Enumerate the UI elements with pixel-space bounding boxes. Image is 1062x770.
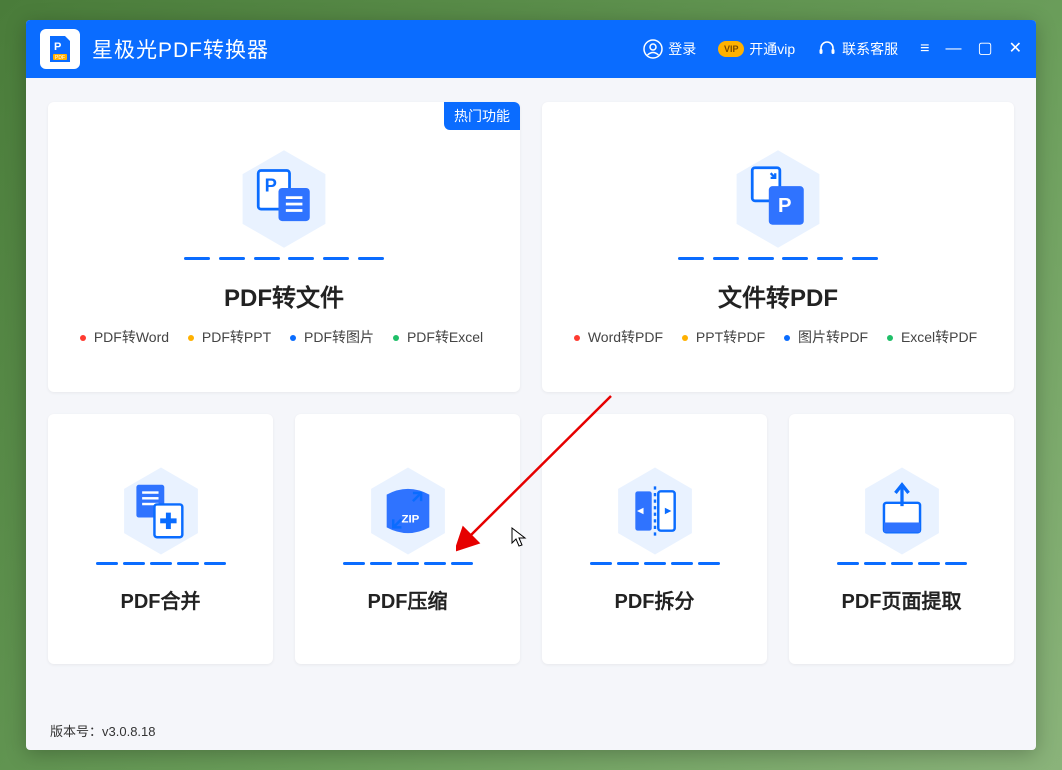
svg-text:P: P: [778, 195, 792, 217]
content-area: 热门功能 P PDF转文件 PDF转Word P: [26, 78, 1036, 710]
pdf-to-file-icon: P: [238, 147, 330, 251]
minimize-button[interactable]: —: [945, 41, 961, 57]
card-title: PDF拆分: [615, 585, 695, 614]
app-title: 星极光PDF转换器: [92, 34, 269, 64]
svg-text:P: P: [265, 175, 277, 196]
card-title: PDF转文件: [224, 278, 344, 313]
card-pdf-compress[interactable]: ZIP PDF压缩: [295, 414, 520, 664]
version-label: 版本号：v3.0.8.18: [50, 721, 156, 740]
window-controls: ≡ — ▢ ✕: [920, 41, 1022, 57]
contact-button[interactable]: 联系客服: [817, 39, 898, 59]
vip-icon: VIP: [718, 41, 744, 57]
headset-icon: [817, 39, 837, 59]
card-pdf-to-file[interactable]: 热门功能 P PDF转文件 PDF转Word P: [48, 102, 520, 392]
card-pdf-split[interactable]: PDF拆分: [542, 414, 767, 664]
menu-button[interactable]: ≡: [920, 41, 929, 57]
compress-icon: ZIP: [367, 464, 449, 558]
card-title: PDF合并: [121, 585, 201, 614]
app-window: P PDF 星极光PDF转换器 登录 VIP 开通vip 联系客服 ≡ — ▢ …: [26, 20, 1036, 750]
file-to-pdf-icon: P: [732, 147, 824, 251]
close-button[interactable]: ✕: [1009, 41, 1022, 57]
app-logo: P PDF: [40, 29, 80, 69]
svg-text:ZIP: ZIP: [401, 513, 419, 525]
svg-text:PDF: PDF: [55, 55, 65, 61]
login-label: 登录: [668, 39, 696, 59]
split-icon: [614, 464, 696, 558]
hot-badge: 热门功能: [444, 102, 520, 130]
user-icon: [643, 39, 663, 59]
footer: 版本号：v3.0.8.18: [26, 710, 1036, 750]
vip-label: 开通vip: [749, 39, 795, 59]
card-title: PDF页面提取: [842, 585, 962, 614]
merge-icon: [120, 464, 202, 558]
card-title: 文件转PDF: [718, 278, 838, 313]
card-pdf-extract[interactable]: PDF页面提取: [789, 414, 1014, 664]
contact-label: 联系客服: [842, 39, 898, 59]
card-title: PDF压缩: [368, 585, 448, 614]
card-file-to-pdf[interactable]: P 文件转PDF Word转PDF PPT转PDF 图片转PDF Excel转P…: [542, 102, 1014, 392]
sub-list: Word转PDF PPT转PDF 图片转PDF Excel转PDF: [569, 327, 987, 347]
login-button[interactable]: 登录: [643, 39, 696, 59]
extract-icon: [861, 464, 943, 558]
titlebar: P PDF 星极光PDF转换器 登录 VIP 开通vip 联系客服 ≡ — ▢ …: [26, 20, 1036, 78]
vip-button[interactable]: VIP 开通vip: [718, 39, 795, 59]
svg-text:P: P: [54, 41, 61, 53]
sub-list: PDF转Word PDF转PPT PDF转图片 PDF转Excel: [75, 327, 493, 347]
maximize-button[interactable]: ▢: [977, 41, 992, 57]
card-pdf-merge[interactable]: PDF合并: [48, 414, 273, 664]
